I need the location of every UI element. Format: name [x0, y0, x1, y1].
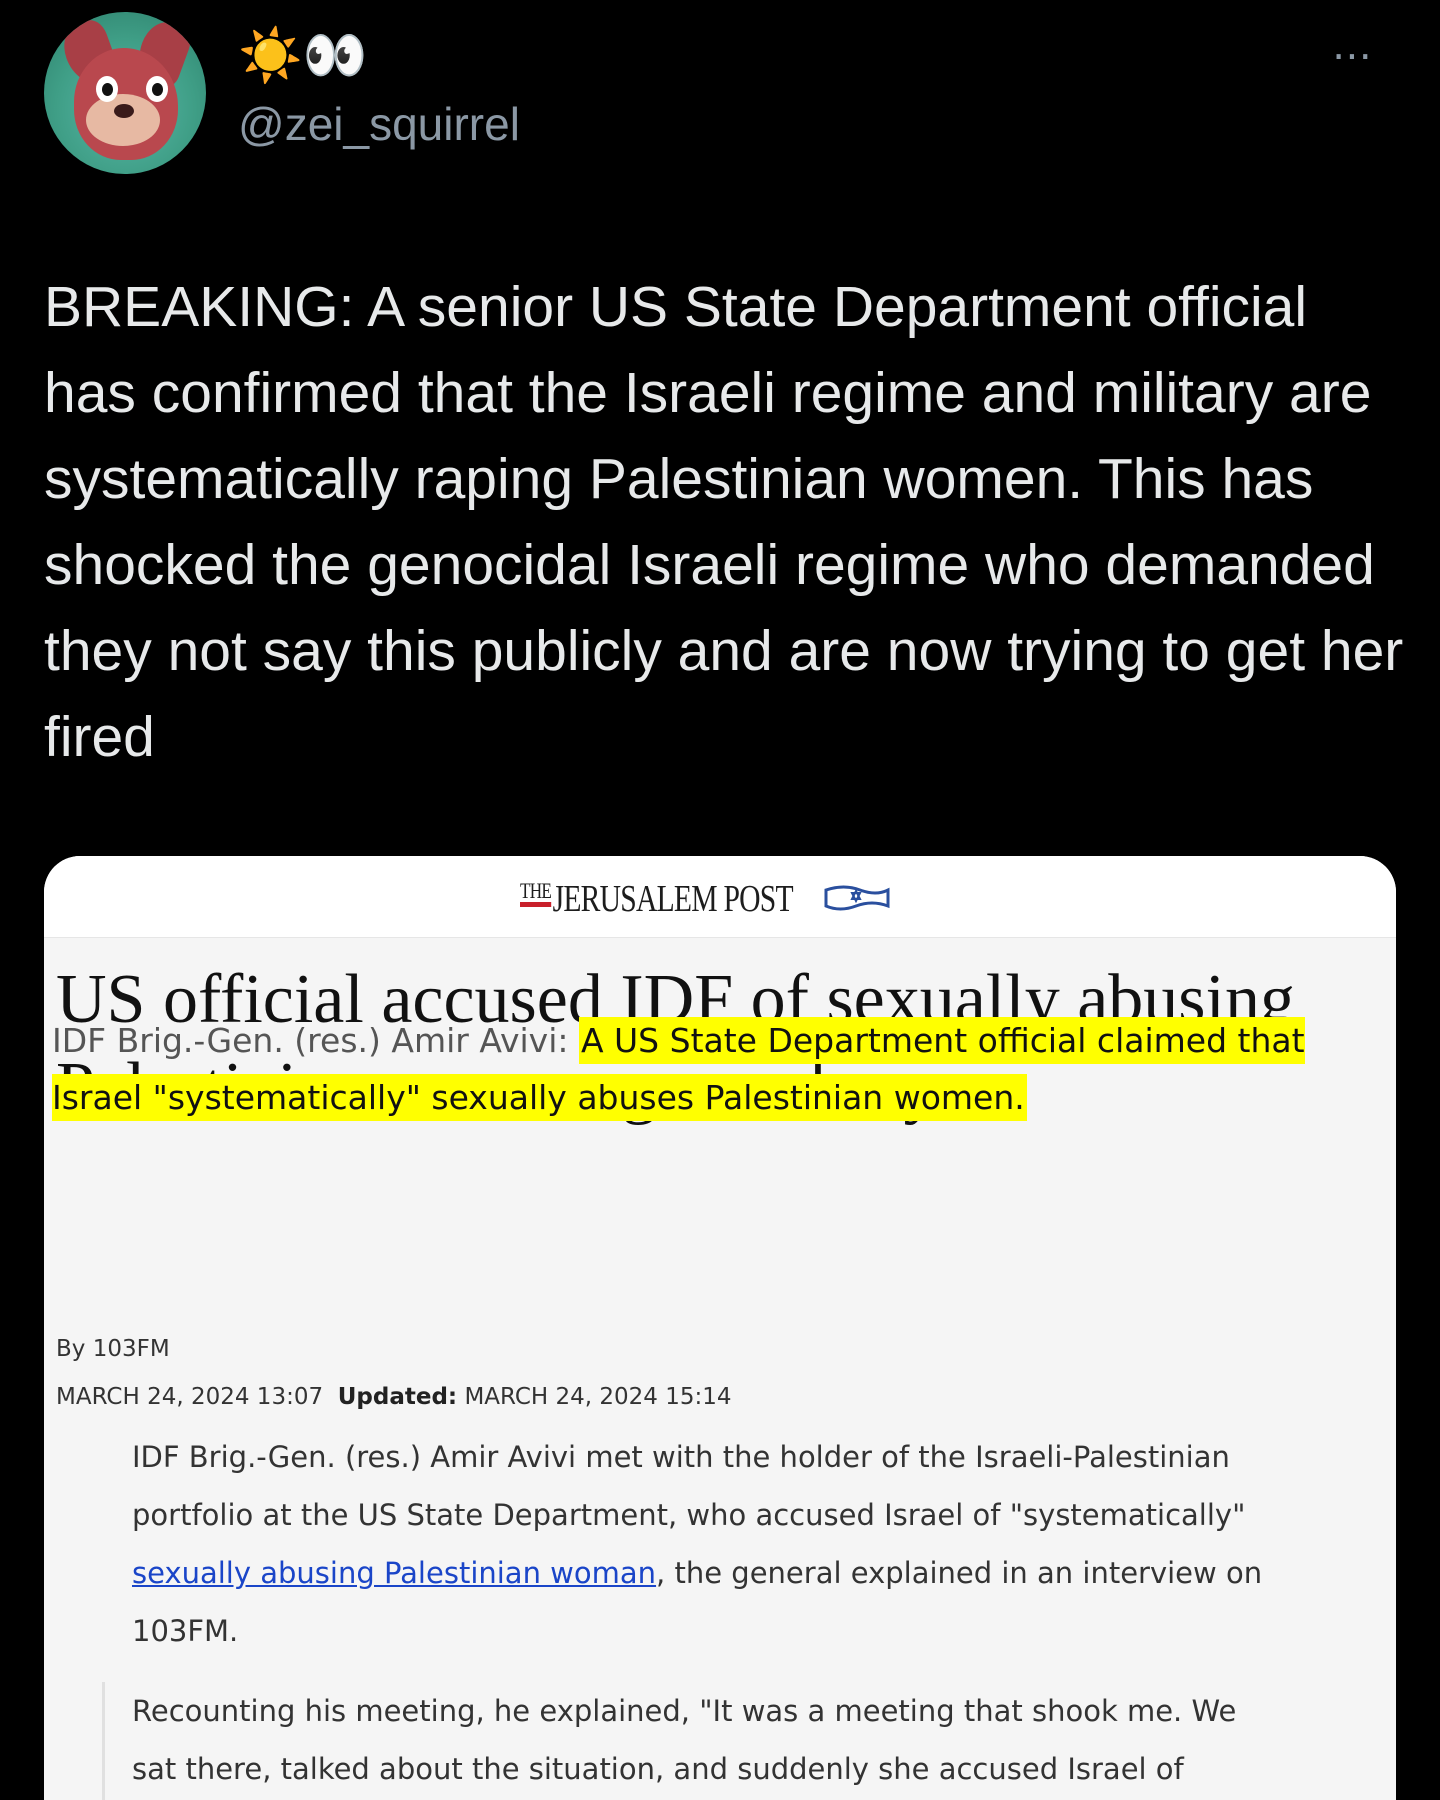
publish-dates: MARCH 24, 2024 13:07 Updated: MARCH 24, … — [56, 1384, 732, 1410]
publication-logo: THEJERUSALEM POST — [520, 878, 794, 920]
quote-divider — [102, 1682, 105, 1800]
display-name[interactable]: ☀️👀 — [238, 26, 368, 86]
masthead: THEJERUSALEM POST — [44, 856, 1396, 938]
avatar[interactable] — [44, 12, 206, 174]
article-paragraph: IDF Brig.-Gen. (res.) Amir Avivi met wit… — [132, 1440, 1263, 1648]
more-options-icon[interactable]: ⋯ — [1332, 36, 1392, 76]
flag-icon — [824, 885, 890, 911]
byline: By 103FM — [56, 1336, 170, 1362]
tweet-screen: ☀️👀 @zei_squirrel ⋯ BREAKING: A senior U… — [0, 0, 1440, 1800]
article-card[interactable]: THEJERUSALEM POST US official accused ID… — [44, 856, 1396, 1800]
tweet-text: BREAKING: A senior US State Department o… — [44, 275, 1404, 769]
article-paragraph: Recounting his meeting, he explained, "I… — [132, 1694, 1237, 1786]
user-handle[interactable]: @zei_squirrel — [238, 96, 520, 152]
article-subheadline: IDF Brig.-Gen. (res.) Amir Avivi: A US S… — [52, 1012, 1392, 1126]
article-link[interactable]: sexually abusing Palestinian woman — [132, 1556, 656, 1590]
